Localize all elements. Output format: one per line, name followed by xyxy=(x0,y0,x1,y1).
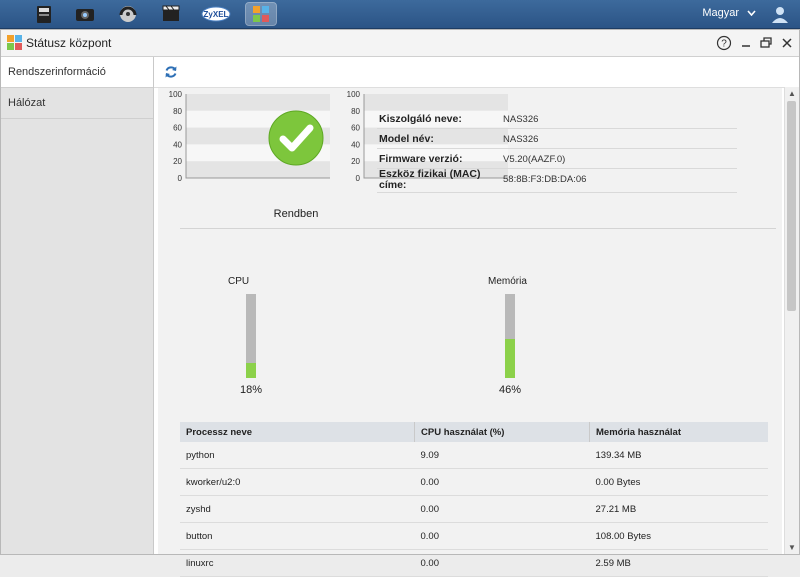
chevron-down-icon xyxy=(747,7,756,19)
status-center-app-icon[interactable] xyxy=(245,2,277,26)
memory-graph-tick-label: 80 xyxy=(351,107,360,116)
divider xyxy=(180,228,776,229)
cpu-graph-tick-label: 0 xyxy=(178,174,183,183)
process-table-header: Processz neve CPU használat (%) Memória … xyxy=(180,422,768,442)
music-app-icon[interactable] xyxy=(115,3,141,25)
status-text: Rendben xyxy=(273,208,319,220)
cpu-graph-tick-label: 100 xyxy=(169,90,183,99)
cpu-usage-bar xyxy=(246,294,256,378)
close-icon[interactable] xyxy=(779,35,795,51)
process-table: Processz neve CPU használat (%) Memória … xyxy=(180,422,768,577)
process-name: python xyxy=(180,442,415,469)
table-row[interactable]: zyshd 0.00 27.21 MB xyxy=(180,495,768,523)
cpu-graph-tick-label: 40 xyxy=(173,140,182,149)
process-cpu: 0.00 xyxy=(414,495,590,523)
ok-status-icon xyxy=(268,110,324,166)
file-browser-app-icon[interactable] xyxy=(31,3,57,25)
memory-label: Memória xyxy=(488,276,527,287)
svg-text:?: ? xyxy=(721,39,727,50)
language-label: Magyar xyxy=(702,7,739,19)
main-content: Rendben Kiszolgáló neve: NAS326 Model né… xyxy=(154,57,799,577)
process-cpu: 0.00 xyxy=(414,549,590,577)
window-title: Státusz központ xyxy=(26,36,112,50)
video-app-icon[interactable] xyxy=(158,3,184,25)
process-memory: 108.00 Bytes xyxy=(589,522,768,550)
memory-graph-band xyxy=(364,94,509,111)
info-row-model-name: Model név: NAS326 xyxy=(377,130,737,149)
restore-icon[interactable] xyxy=(758,35,774,51)
sidebar-item-system-info[interactable]: Rendszerinformáció xyxy=(1,57,153,88)
server-info-table: Kiszolgáló neve: NAS326 Model név: NAS32… xyxy=(377,110,737,194)
info-value: NAS326 xyxy=(503,134,539,145)
status-center-window: Státusz központ ? Rendszerinformáció Hál… xyxy=(0,29,800,577)
column-header-process[interactable]: Processz neve xyxy=(180,422,415,442)
scroll-down-icon[interactable]: ▼ xyxy=(788,543,796,552)
memory-percent: 46% xyxy=(498,384,522,396)
process-memory: 2.59 MB xyxy=(589,549,768,577)
refresh-icon[interactable] xyxy=(164,65,178,82)
process-name: zyshd xyxy=(180,495,415,523)
scroll-up-icon[interactable]: ▲ xyxy=(788,89,796,98)
user-icon[interactable] xyxy=(768,4,792,24)
table-row[interactable]: python 9.09 139.34 MB xyxy=(180,442,768,469)
info-value: V5.20(AAZF.0) xyxy=(503,154,566,165)
table-row[interactable]: linuxrc 0.00 2.59 MB xyxy=(180,549,768,577)
vertical-scrollbar[interactable]: ▲ ▼ xyxy=(784,87,799,554)
table-row[interactable]: kworker/u2:0 0.00 0.00 Bytes xyxy=(180,468,768,496)
cpu-graph-band xyxy=(186,94,330,111)
cpu-percent: 18% xyxy=(239,384,263,396)
toolbar xyxy=(154,57,799,88)
table-row[interactable]: button 0.00 108.00 Bytes xyxy=(180,522,768,550)
column-header-cpu[interactable]: CPU használat (%) xyxy=(414,422,590,442)
svg-text:ZyXEL: ZyXEL xyxy=(204,10,229,19)
cpu-label: CPU xyxy=(228,276,250,287)
sidebar-item-network[interactable]: Hálózat xyxy=(1,88,153,119)
status-panel: Rendben Kiszolgáló neve: NAS326 Model né… xyxy=(158,88,782,577)
memory-graph-tick-label: 20 xyxy=(351,157,360,166)
taskbar: ZyXEL Magyar xyxy=(0,0,800,29)
memory-graph-tick-label: 60 xyxy=(351,124,360,133)
memory-graph-tick-label: 100 xyxy=(347,90,361,99)
photo-app-icon[interactable] xyxy=(72,3,98,25)
process-name: linuxrc xyxy=(180,549,415,577)
process-cpu: 0.00 xyxy=(414,522,590,550)
cpu-graph-tick-label: 60 xyxy=(173,124,182,133)
zyxel-app-icon[interactable]: ZyXEL xyxy=(201,3,231,25)
info-label: Kiszolgáló neve: xyxy=(379,113,462,125)
memory-graph-tick-label: 0 xyxy=(356,174,361,183)
column-header-memory[interactable]: Memória használat xyxy=(589,422,768,442)
process-memory: 0.00 Bytes xyxy=(589,468,768,496)
help-icon[interactable]: ? xyxy=(716,35,732,51)
info-row-server-name: Kiszolgáló neve: NAS326 xyxy=(377,110,737,129)
status-center-icon xyxy=(7,35,22,53)
process-memory: 139.34 MB xyxy=(589,442,768,469)
info-value: NAS326 xyxy=(503,114,539,125)
info-row-mac: Eszköz fizikai (MAC) címe: 58:8B:F3:DB:D… xyxy=(377,168,737,193)
process-name: button xyxy=(180,522,415,550)
scrollbar-thumb[interactable] xyxy=(787,101,796,311)
cpu-usage-fill xyxy=(246,362,256,378)
process-cpu: 9.09 xyxy=(414,442,590,469)
info-label: Model név: xyxy=(379,133,434,145)
window-titlebar: Státusz központ ? xyxy=(1,30,799,57)
memory-usage-fill xyxy=(505,339,515,378)
cpu-graph-tick-label: 20 xyxy=(173,157,182,166)
process-cpu: 0.00 xyxy=(414,468,590,496)
minimize-icon[interactable] xyxy=(738,35,754,51)
memory-usage-bar xyxy=(505,294,515,378)
language-selector[interactable]: Magyar xyxy=(702,7,756,19)
info-value: 58:8B:F3:DB:DA:06 xyxy=(503,174,587,185)
sidebar: Rendszerinformáció Hálózat xyxy=(1,57,154,554)
info-label: Firmware verzió: xyxy=(379,153,463,165)
info-label: Eszköz fizikai (MAC) címe: xyxy=(379,168,481,191)
info-row-firmware: Firmware verzió: V5.20(AAZF.0) xyxy=(377,150,737,169)
process-name: kworker/u2:0 xyxy=(180,468,415,496)
cpu-graph-tick-label: 80 xyxy=(173,107,182,116)
process-memory: 27.21 MB xyxy=(589,495,768,523)
memory-graph-tick-label: 40 xyxy=(351,140,360,149)
